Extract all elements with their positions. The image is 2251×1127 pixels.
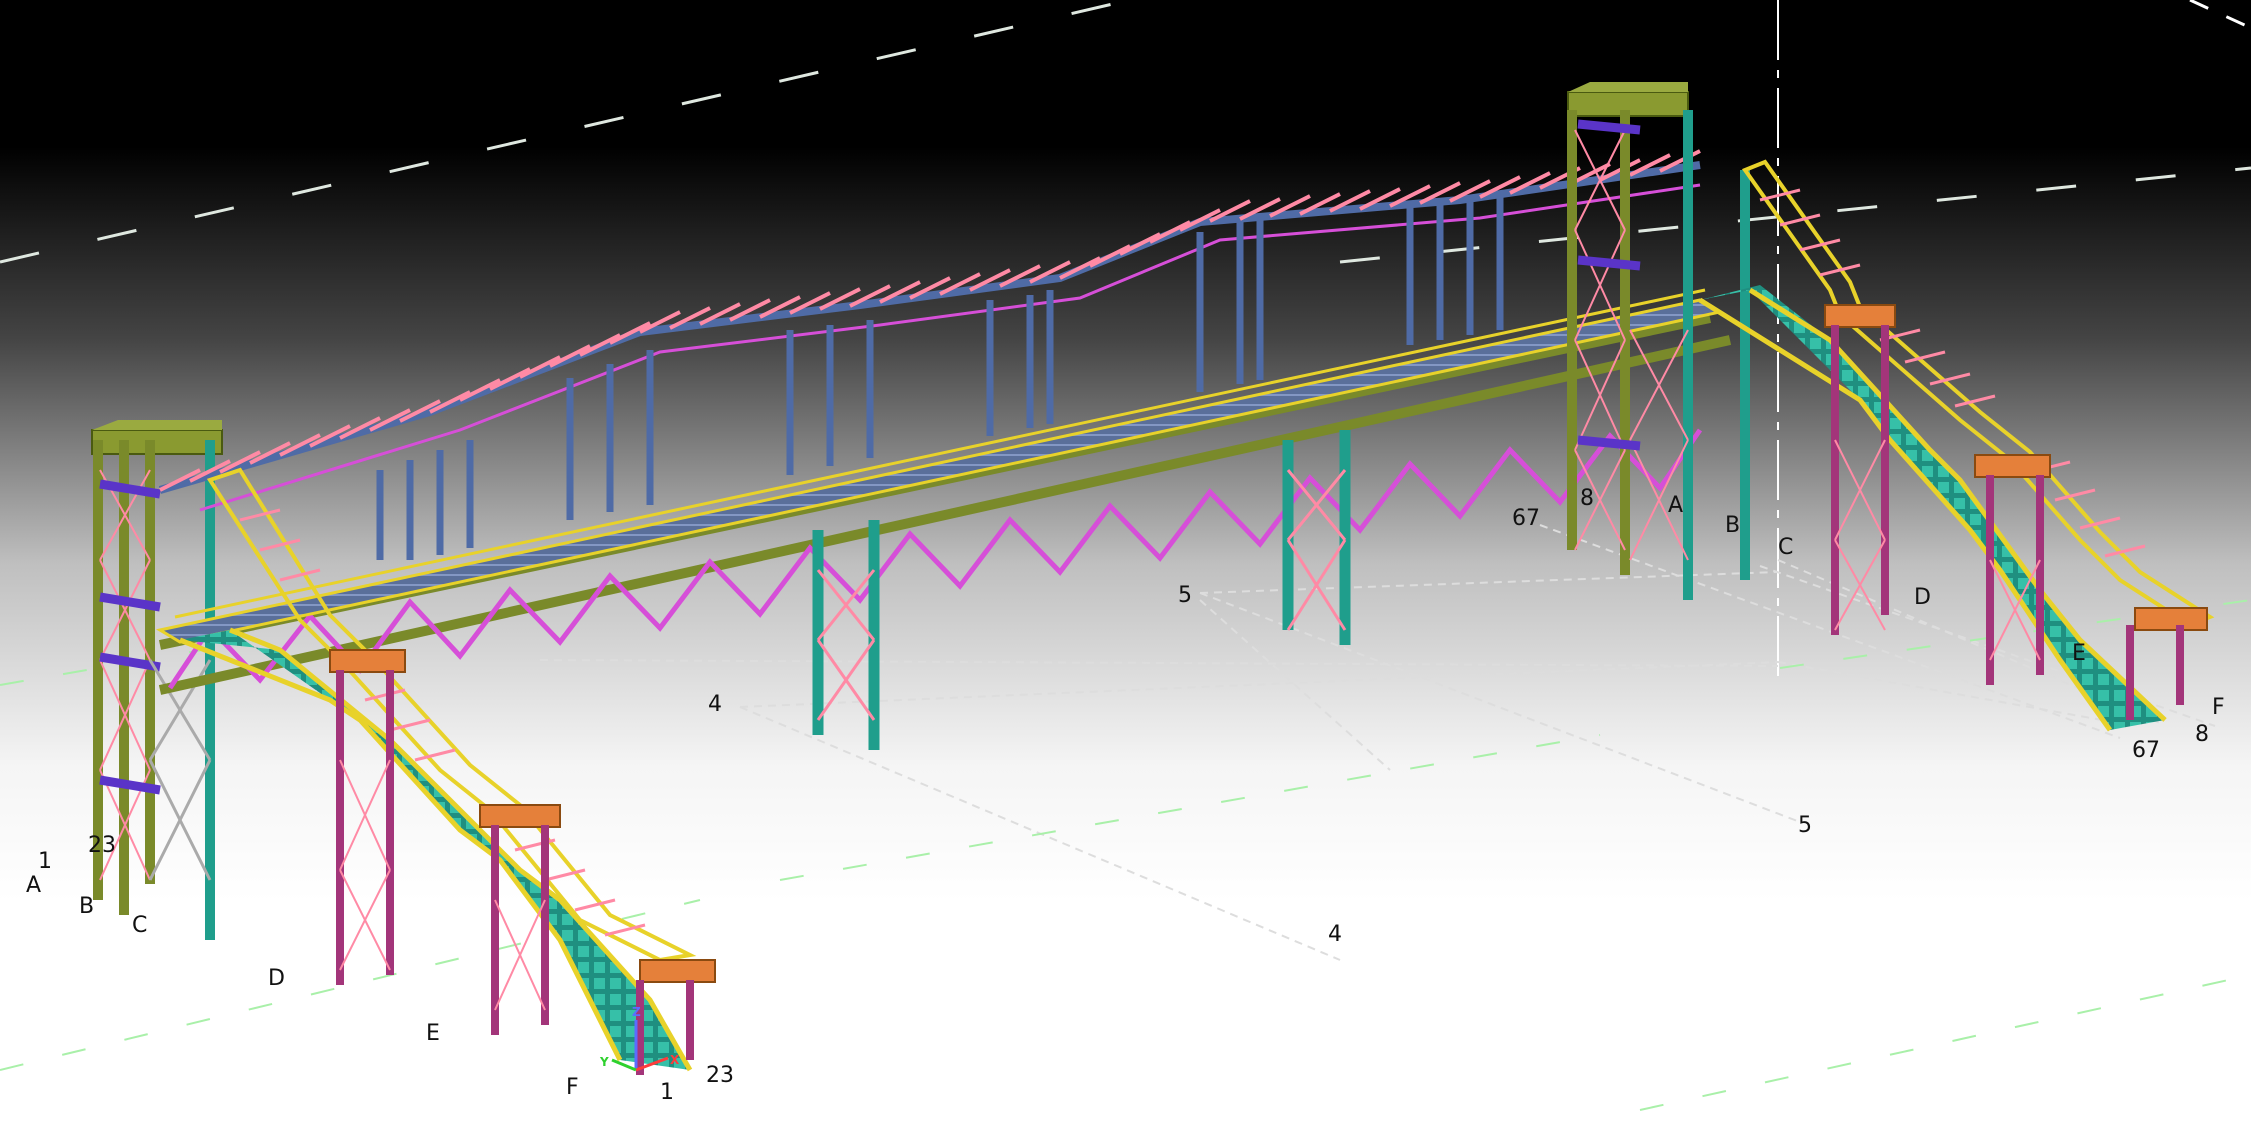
grid-label-left-d: D [268,966,285,991]
grid-label-right-a: A [1668,493,1683,518]
grid-label-ground-4: 4 [1328,922,1342,947]
right-stair [1698,159,2215,732]
grid-label-right-8: 8 [1580,486,1594,511]
grid-label-left-23: 23 [88,833,116,858]
mid-pier-4 [812,520,880,750]
x-axis-label: X [670,1053,680,1067]
background-grid-lines [0,0,2251,680]
mid-pier-5 [1282,430,1351,645]
y-axis-label: Y [599,1055,609,1069]
grid-label-bottom-23: 23 [706,1063,734,1088]
grid-label-5: 5 [1178,583,1192,608]
grid-label-4: 4 [708,692,722,717]
grid-label-right-bottom-67: 67 [2132,738,2160,763]
bridge-truss [155,288,1732,695]
grid-label-ground-5: 5 [1798,813,1812,838]
grid-label-left-e: E [426,1021,440,1046]
left-stair [179,467,716,1075]
grid-label-right-c: C [1778,535,1793,560]
grid-label-bottom-1: 1 [660,1080,674,1105]
grid-label-left-a: A [26,873,41,898]
grid-label-right-b: B [1725,513,1740,538]
grid-label-right-f: F [2212,695,2225,720]
grid-label-right-e: E [2072,641,2086,666]
grid-label-left-f: F [566,1075,579,1100]
grid-label-left-b: B [79,894,94,919]
footbridge-model: 1 23 A B C D E F 1 23 4 5 67 8 A B C D E… [0,0,2251,1111]
ground-grid [539,524,2216,961]
grid-label-right-d: D [1914,585,1931,610]
grid-label-left-c: C [132,913,147,938]
grid-label-right-bottom-8: 8 [2195,722,2209,747]
cad-3d-viewport[interactable]: 1 23 A B C D E F 1 23 4 5 67 8 A B C D E… [0,0,2251,1127]
grid-label-right-67: 67 [1512,506,1540,531]
z-axis-label: Z [632,1005,641,1019]
grid-label-left-1: 1 [38,849,52,874]
